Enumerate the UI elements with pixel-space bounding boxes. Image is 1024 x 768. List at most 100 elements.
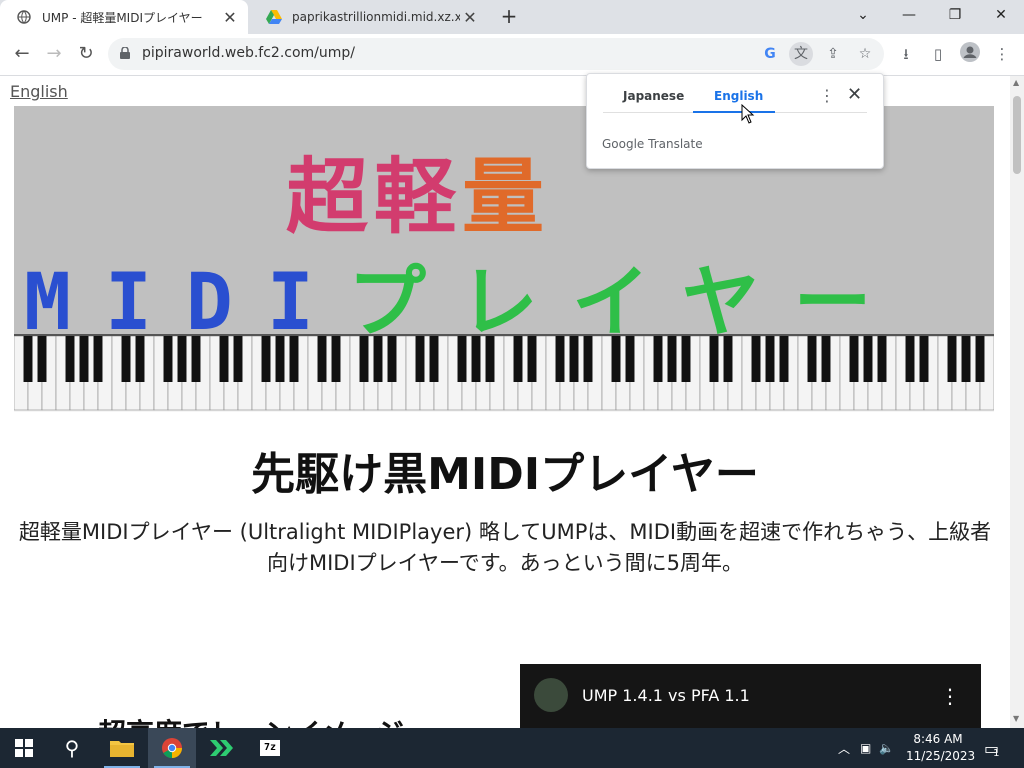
- black-key: [863, 336, 873, 382]
- scroll-down-icon[interactable]: ▼: [1013, 714, 1019, 723]
- black-key: [471, 336, 481, 382]
- lock-icon: [120, 47, 130, 59]
- black-key: [765, 336, 775, 382]
- banner-title-part1: 超軽: [286, 150, 463, 245]
- black-key: [919, 336, 929, 382]
- black-key: [513, 336, 523, 382]
- translate-active-underline: [693, 111, 775, 113]
- close-window-icon[interactable]: ✕: [978, 0, 1024, 30]
- tab-ump[interactable]: UMP - 超軽量MIDIプレイヤー ✕: [0, 0, 248, 34]
- notification-count: 1: [993, 747, 1000, 759]
- black-key: [527, 336, 537, 382]
- profile-avatar-icon[interactable]: [958, 42, 982, 66]
- forward-arrow-icon[interactable]: →: [40, 40, 68, 68]
- black-key: [275, 336, 285, 382]
- google-translate-popup: Japanese English ⋮ ✕ Google Translate: [586, 73, 884, 169]
- download-icon[interactable]: ⭳: [894, 42, 918, 66]
- file-explorer-icon[interactable]: [98, 728, 146, 768]
- black-key: [583, 336, 593, 382]
- black-key: [849, 336, 859, 382]
- black-key: [261, 336, 271, 382]
- youtube-video-embed[interactable]: UMP 1.4.1 vs PFA 1.1 ⋮: [520, 664, 981, 728]
- section-heading-partial: 超高度でレーンイメージ: [98, 712, 404, 728]
- tab-title: UMP - 超軽量MIDIプレイヤー: [42, 10, 203, 25]
- translate-options-icon[interactable]: ⋮: [819, 86, 835, 105]
- volume-muted-icon[interactable]: 🔈: [879, 741, 894, 755]
- 7zip-icon[interactable]: 7z: [246, 728, 294, 768]
- kebab-menu-icon[interactable]: ⋮: [990, 42, 1014, 66]
- banner-title-part2: 量: [462, 150, 551, 245]
- black-key: [485, 336, 495, 382]
- share-icon[interactable]: ⇪: [821, 42, 845, 66]
- black-key: [751, 336, 761, 382]
- reload-icon[interactable]: ↻: [72, 40, 100, 68]
- tab-title: paprikastrillionmidi.mid.xz.xz - G: [292, 10, 460, 24]
- black-key: [905, 336, 915, 382]
- black-key: [177, 336, 187, 382]
- black-key: [359, 336, 369, 382]
- page-description: 超軽量MIDIプレイヤー (Ultralight MIDIPlayer) 略して…: [18, 520, 992, 575]
- address-bar[interactable]: pipiraworld.web.fc2.com/ump/ G 文 ⇪ ☆: [108, 38, 884, 70]
- black-key: [555, 336, 565, 382]
- tab-google-drive[interactable]: paprikastrillionmidi.mid.xz.xz - G ✕: [250, 0, 488, 34]
- clock-date: 11/25/2023: [906, 749, 976, 763]
- tab-close-icon[interactable]: ✕: [460, 8, 480, 27]
- black-key: [65, 336, 75, 382]
- black-key: [653, 336, 663, 382]
- black-key: [975, 336, 985, 382]
- clock-time: 8:46 AM: [913, 732, 963, 746]
- black-key: [961, 336, 971, 382]
- page-headline: 先駆け黒MIDIプレイヤー: [251, 449, 759, 500]
- page-scrollbar[interactable]: ▲ ▼: [1010, 76, 1024, 728]
- black-key: [807, 336, 817, 382]
- new-tab-button[interactable]: +: [498, 6, 520, 28]
- translate-tab-japanese[interactable]: Japanese: [623, 89, 684, 103]
- black-key: [121, 336, 131, 382]
- black-key: [331, 336, 341, 382]
- black-key: [779, 336, 789, 382]
- show-hidden-icons-icon[interactable]: ︿: [838, 740, 850, 757]
- network-icon[interactable]: ▣: [860, 741, 871, 755]
- side-panel-icon[interactable]: ▯: [926, 42, 950, 66]
- translate-tab-english[interactable]: English: [714, 89, 763, 103]
- system-tray: ︿ ▣ 🔈: [838, 728, 894, 768]
- black-key: [373, 336, 383, 382]
- url-text: pipiraworld.web.fc2.com/ump/: [142, 45, 356, 61]
- windows-start-icon[interactable]: [0, 728, 48, 768]
- black-key: [723, 336, 733, 382]
- piano-keyboard-graphic: [14, 334, 994, 412]
- video-more-icon[interactable]: ⋮: [940, 684, 960, 708]
- tab-strip: UMP - 超軽量MIDIプレイヤー ✕ paprikastrillionmid…: [0, 0, 1024, 34]
- black-key: [569, 336, 579, 382]
- restore-icon[interactable]: ❐: [932, 0, 978, 30]
- scroll-up-icon[interactable]: ▲: [1013, 78, 1019, 87]
- channel-avatar[interactable]: [534, 678, 568, 712]
- black-key: [429, 336, 439, 382]
- search-icon[interactable]: ⚲: [48, 728, 96, 768]
- taskbar-clock[interactable]: 8:46 AM 11/25/2023: [906, 731, 976, 765]
- page-content: English 超軽量 MIDIプレイヤー 先駆け黒MIDIプレイヤー 超軽量M…: [0, 76, 1010, 728]
- translate-close-icon[interactable]: ✕: [847, 84, 862, 105]
- google-icon[interactable]: G: [758, 42, 782, 66]
- notification-center-icon[interactable]: ▭ 1: [984, 728, 1000, 768]
- media-app-icon[interactable]: [198, 728, 246, 768]
- black-key: [219, 336, 229, 382]
- english-language-link[interactable]: English: [10, 82, 68, 101]
- black-key: [191, 336, 201, 382]
- chrome-icon[interactable]: [148, 728, 196, 768]
- translate-icon[interactable]: 文: [789, 42, 813, 66]
- mouse-cursor-icon: [741, 104, 755, 124]
- back-arrow-icon[interactable]: ←: [8, 40, 36, 68]
- video-title[interactable]: UMP 1.4.1 vs PFA 1.1: [582, 686, 750, 705]
- minimize-icon[interactable]: —: [886, 0, 932, 30]
- black-key: [457, 336, 467, 382]
- translate-brand-label: Google Translate: [602, 137, 703, 151]
- tab-close-icon[interactable]: ✕: [220, 8, 240, 27]
- black-key: [37, 336, 47, 382]
- bookmark-star-icon[interactable]: ☆: [853, 42, 877, 66]
- black-key: [163, 336, 173, 382]
- browser-toolbar: ← → ↻ pipiraworld.web.fc2.com/ump/ G 文 ⇪…: [0, 34, 1024, 76]
- scrollbar-thumb[interactable]: [1013, 96, 1021, 174]
- tab-search-chevron-icon[interactable]: ⌄: [840, 0, 886, 30]
- black-key: [93, 336, 103, 382]
